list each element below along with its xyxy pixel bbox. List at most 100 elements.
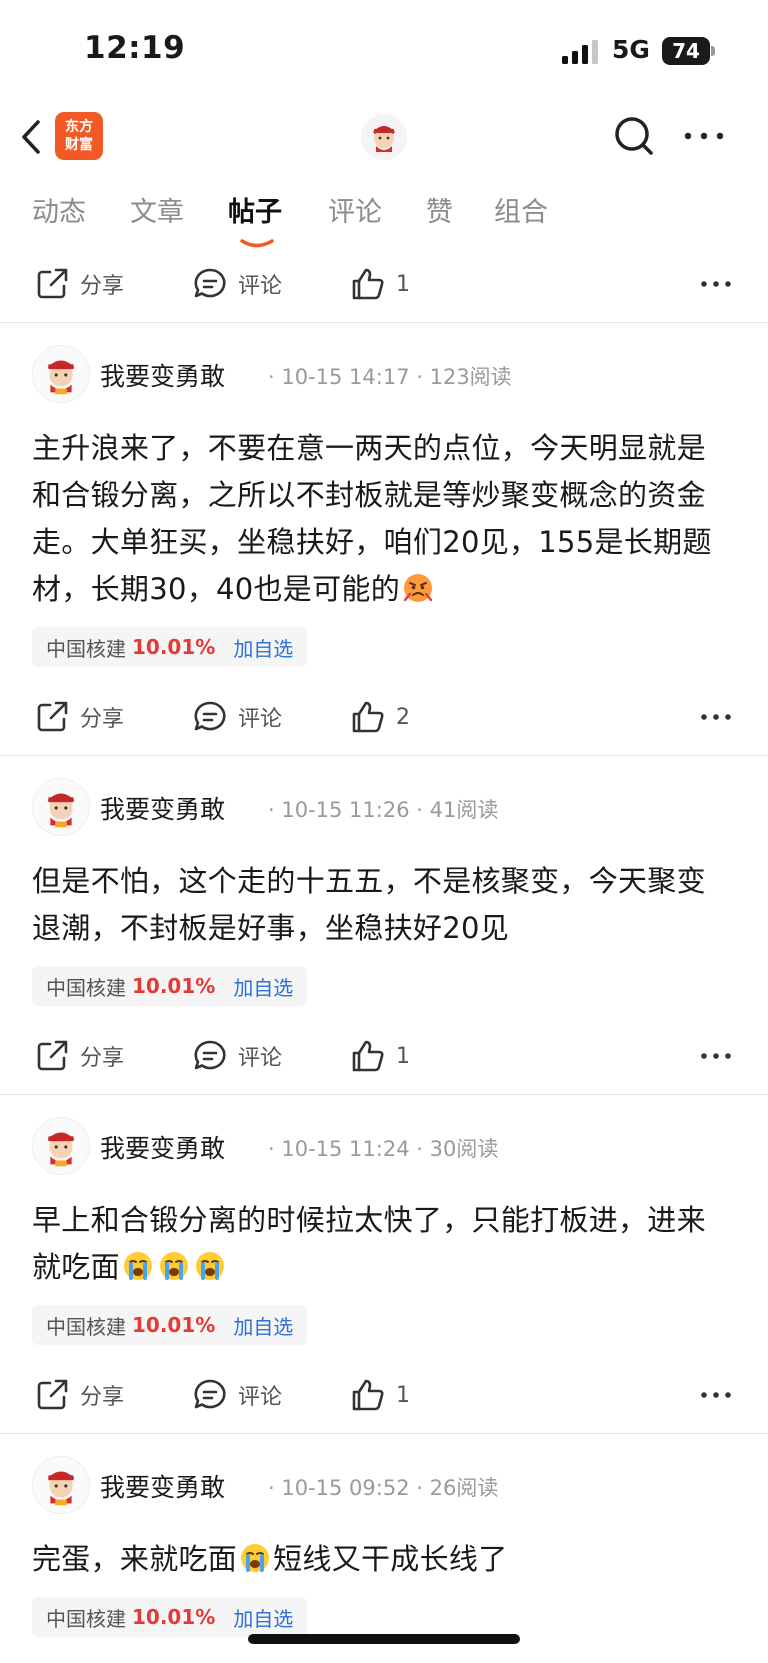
post-header: 我要变勇敢 · 10-15 14:17 · 123阅读	[32, 323, 736, 425]
thumbs-up-icon	[352, 1040, 384, 1072]
post-text: 主升浪来了，不要在意一两天的点位，今天明显就是和合锻分离，之所以不封板就是等炒聚…	[32, 431, 712, 606]
share-button[interactable]: 分享	[34, 1018, 124, 1094]
post-meta: · 10-15 09:52 · 26阅读	[268, 1476, 499, 1500]
home-indicator[interactable]	[248, 1634, 520, 1644]
comment-label: 评论	[238, 1385, 283, 1410]
thumbs-up-icon	[352, 701, 384, 733]
post-more-icon[interactable]	[700, 272, 732, 296]
back-icon[interactable]	[16, 114, 46, 160]
add-watchlist-button[interactable]: 加自选	[233, 1603, 293, 1632]
author-avatar[interactable]	[32, 1117, 90, 1175]
post-body[interactable]: 但是不怕，这个走的十五五，不是核聚变，今天聚变退潮，不封板是好事，坐稳扶好20见	[32, 858, 736, 952]
post-meta: · 10-15 11:24 · 30阅读	[268, 1137, 499, 1161]
comment-icon	[194, 701, 226, 731]
post-more-icon[interactable]	[700, 705, 732, 729]
author-avatar[interactable]	[32, 345, 90, 403]
tab-articles[interactable]: 文章	[130, 190, 184, 229]
share-button[interactable]: 分享	[34, 679, 124, 755]
network-type: 5G	[612, 35, 650, 64]
post-text: 完蛋，来就吃面	[32, 1542, 238, 1576]
stock-name: 中国核建	[46, 975, 126, 1000]
share-button[interactable]: 分享	[34, 246, 124, 322]
like-count: 1	[396, 1043, 410, 1069]
like-button[interactable]: 2	[350, 679, 410, 755]
comment-button[interactable]: 评论	[192, 1018, 282, 1094]
status-bar: 12:19 5G 74	[0, 0, 768, 100]
like-count: 1	[396, 271, 410, 297]
crying-face-icon	[241, 1544, 270, 1572]
stock-name: 中国核建	[46, 636, 126, 661]
share-label: 分享	[80, 274, 125, 299]
post-header: 我要变勇敢 · 10-15 11:26 · 41阅读	[32, 756, 736, 858]
like-button[interactable]: 1	[350, 1357, 410, 1433]
post-card[interactable]: 我要变勇敢 · 10-15 09:52 · 26阅读 完蛋，来就吃面 短线又干成长…	[0, 1434, 768, 1637]
cellular-signal-icon	[562, 40, 598, 64]
share-label: 分享	[80, 1385, 125, 1410]
comment-icon	[194, 268, 226, 298]
post-body[interactable]: 主升浪来了，不要在意一两天的点位，今天明显就是和合锻分离，之所以不封板就是等炒聚…	[32, 425, 736, 613]
comment-button[interactable]: 评论	[192, 1357, 282, 1433]
post-header: 我要变勇敢 · 10-15 11:24 · 30阅读	[32, 1095, 736, 1197]
comment-button[interactable]: 评论	[192, 679, 282, 755]
thumbs-up-icon	[352, 268, 384, 300]
add-watchlist-button[interactable]: 加自选	[233, 1311, 293, 1340]
stock-name: 中国核建	[46, 1606, 126, 1631]
eastmoney-logo[interactable]: 东方 财富	[55, 112, 103, 160]
post-meta: · 10-15 11:26 · 41阅读	[268, 798, 499, 822]
comment-label: 评论	[238, 274, 283, 299]
tab-comments[interactable]: 评论	[328, 190, 382, 229]
tab-posts[interactable]: 帖子	[228, 190, 282, 229]
post-more-icon[interactable]	[700, 1044, 732, 1068]
angry-face-icon	[403, 574, 433, 602]
author-name[interactable]: 我要变勇敢	[100, 1468, 225, 1504]
post-actions: 分享 评论 1	[0, 246, 768, 322]
stock-change: 10.01%	[132, 1313, 216, 1337]
crying-face-icon	[123, 1252, 152, 1280]
like-button[interactable]: 1	[350, 1018, 410, 1094]
search-icon[interactable]	[610, 110, 658, 162]
tab-activity[interactable]: 动态	[32, 190, 86, 229]
stock-tag[interactable]: 中国核建 10.01% 加自选	[32, 1305, 308, 1345]
user-avatar[interactable]	[361, 114, 407, 160]
thumbs-up-icon	[352, 1379, 384, 1411]
author-name[interactable]: 我要变勇敢	[100, 790, 225, 826]
author-avatar[interactable]	[32, 1456, 90, 1514]
post-actions: 分享 评论 1	[0, 1018, 768, 1094]
app-screen: 12:19 5G 74 东方 财富 动态 文章 帖子 评论 赞 组合 分享 评论…	[0, 0, 768, 1663]
share-icon	[37, 1379, 68, 1410]
post-card[interactable]: 我要变勇敢 · 10-15 11:26 · 41阅读 但是不怕，这个走的十五五，…	[0, 756, 768, 1018]
comment-label: 评论	[238, 707, 283, 732]
comment-icon	[194, 1040, 226, 1070]
stock-tag[interactable]: 中国核建 10.01% 加自选	[32, 1597, 308, 1637]
stock-change: 10.01%	[132, 974, 216, 998]
post-body[interactable]: 完蛋，来就吃面 短线又干成长线了	[32, 1536, 736, 1583]
stock-tag[interactable]: 中国核建 10.01% 加自选	[32, 627, 308, 667]
post-text: 但是不怕，这个走的十五五，不是核聚变，今天聚变退潮，不封板是好事，坐稳扶好20见	[32, 864, 706, 945]
add-watchlist-button[interactable]: 加自选	[233, 633, 293, 662]
logo-line1: 东方	[65, 119, 93, 135]
like-count: 1	[396, 1382, 410, 1408]
post-card[interactable]: 我要变勇敢 · 10-15 14:17 · 123阅读 主升浪来了，不要在意一两…	[0, 323, 768, 679]
battery-level: 74	[672, 39, 700, 63]
stock-tag[interactable]: 中国核建 10.01% 加自选	[32, 966, 308, 1006]
crying-face-icon	[195, 1252, 224, 1280]
tab-portfolio[interactable]: 组合	[494, 190, 548, 229]
post-body[interactable]: 早上和合锻分离的时候拉太快了，只能打板进，进来就吃面	[32, 1197, 736, 1291]
author-name[interactable]: 我要变勇敢	[100, 357, 225, 393]
author-name[interactable]: 我要变勇敢	[100, 1129, 225, 1165]
share-label: 分享	[80, 1046, 125, 1071]
post-card[interactable]: 我要变勇敢 · 10-15 11:24 · 30阅读 早上和合锻分离的时候拉太快…	[0, 1095, 768, 1357]
comment-button[interactable]: 评论	[192, 246, 282, 322]
post-text-continued: 短线又干成长线了	[273, 1542, 508, 1576]
author-avatar[interactable]	[32, 778, 90, 836]
like-button[interactable]: 1	[350, 246, 410, 322]
more-options-icon[interactable]	[680, 120, 728, 152]
tab-likes[interactable]: 赞	[426, 190, 453, 229]
post-more-icon[interactable]	[700, 1383, 732, 1407]
crying-face-icon	[159, 1252, 188, 1280]
add-watchlist-button[interactable]: 加自选	[233, 972, 293, 1001]
share-button[interactable]: 分享	[34, 1357, 124, 1433]
share-icon	[37, 268, 68, 299]
share-icon	[37, 1040, 68, 1071]
stock-change: 10.01%	[132, 1605, 216, 1629]
